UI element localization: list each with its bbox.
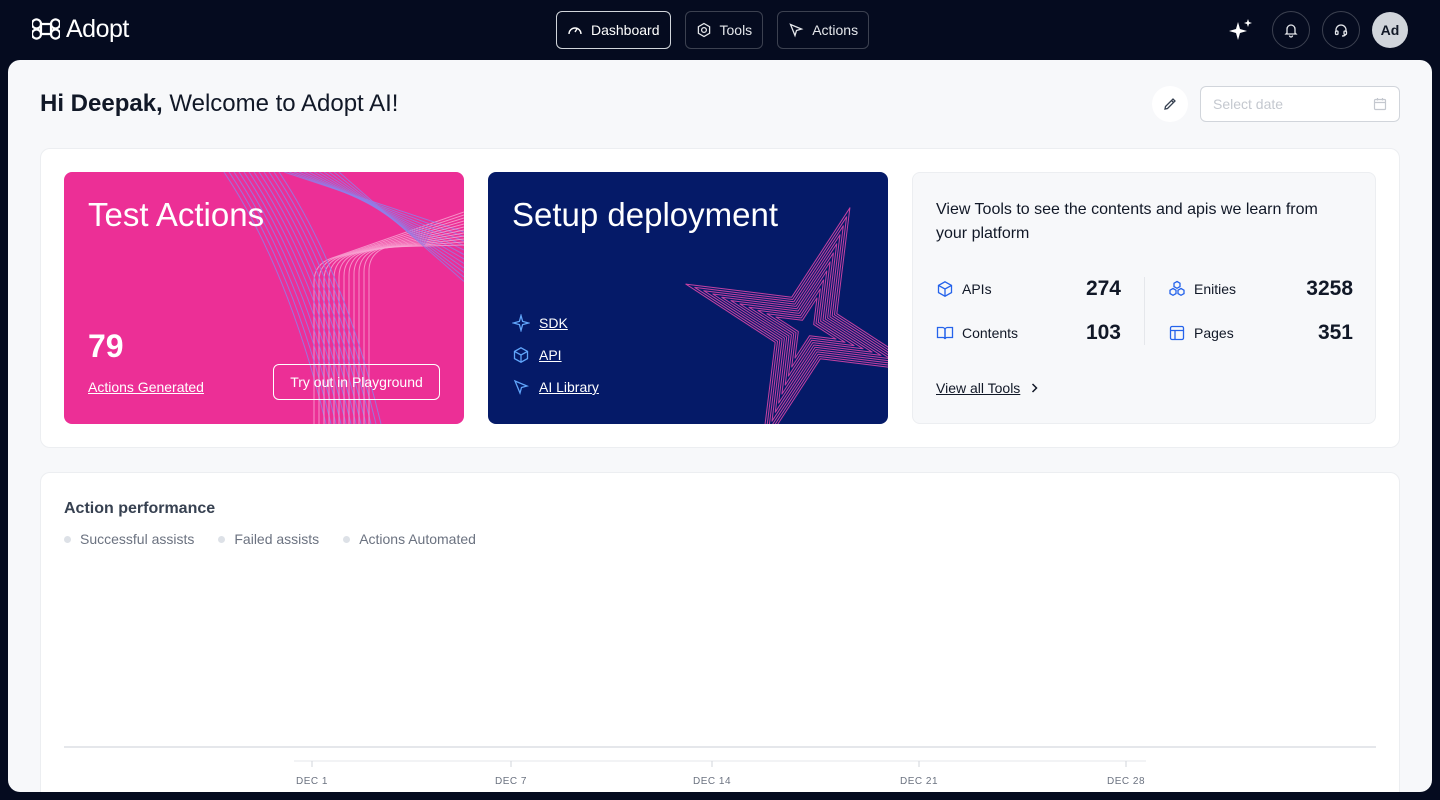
- deploy-link-sdk[interactable]: SDK: [512, 314, 599, 332]
- x-tick-label: DEC 28: [1107, 776, 1145, 787]
- greeting-name: Hi Deepak,: [40, 90, 163, 117]
- header-actions: Ad: [1226, 11, 1408, 49]
- stat-contents-value: 103: [1085, 321, 1121, 344]
- hexagon-icon: [697, 22, 710, 38]
- deploy-link-ai-library[interactable]: AI Library: [512, 378, 599, 396]
- view-all-tools-link[interactable]: View all Tools: [936, 380, 1040, 396]
- tools-description: View Tools to see the contents and apis …: [936, 201, 1318, 242]
- nav-dashboard-label: Dashboard: [591, 22, 660, 38]
- date-field[interactable]: [1213, 96, 1353, 112]
- calendar-icon: [1373, 98, 1387, 111]
- tools-summary-card: View Tools to see the contents and apis …: [912, 172, 1376, 424]
- brand-name: Adopt: [66, 14, 129, 43]
- chevron-right-icon: [1032, 383, 1038, 393]
- nav-tools-label: Tools: [719, 22, 753, 38]
- setup-deployment-title: Setup deployment: [512, 196, 779, 233]
- performance-chart: DEC 1 DEC 7 DEC 14 DEC 21 DEC 28: [64, 746, 1376, 787]
- deploy-link-sdk-label: SDK: [539, 315, 568, 331]
- gauge-icon: [568, 27, 582, 35]
- x-tick-label: DEC 14: [693, 776, 731, 787]
- actions-generated-count: 79: [88, 328, 124, 364]
- stat-pages[interactable]: Pages 351: [1168, 321, 1353, 345]
- main-nav: Dashboard Tools Actions: [556, 11, 870, 49]
- stat-pages-value: 351: [1317, 321, 1353, 344]
- summary-cards: Test Actions 79 Actions Generated Try ou…: [40, 148, 1400, 448]
- x-tick-label: DEC 21: [900, 776, 938, 787]
- command-logo-icon: [32, 18, 60, 40]
- deploy-link-api-label: API: [539, 347, 562, 363]
- book-icon: [936, 324, 954, 342]
- deploy-link-ai-library-label: AI Library: [539, 379, 599, 395]
- notifications-button[interactable]: [1272, 11, 1310, 49]
- layout-icon: [1168, 324, 1186, 342]
- cube-icon: [513, 347, 529, 363]
- date-picker[interactable]: [1200, 86, 1400, 122]
- sparkle-icon: [1229, 19, 1252, 40]
- greeting-message: Welcome to Adopt AI!: [162, 90, 399, 117]
- stat-entities-value: 3258: [1306, 277, 1353, 300]
- x-tick-label: DEC 7: [495, 776, 527, 787]
- top-bar: Adopt Dashboard Tools Actions Ad: [0, 0, 1440, 60]
- support-button[interactable]: [1322, 11, 1360, 49]
- pencil-icon: [1164, 98, 1176, 110]
- stat-entities[interactable]: Enities 3258: [1168, 277, 1353, 301]
- nav-dashboard[interactable]: Dashboard: [556, 11, 671, 49]
- test-actions-card[interactable]: Test Actions 79 Actions Generated Try ou…: [64, 172, 464, 424]
- main-content: Hi Deepak, Welcome to Adopt AI! Test Act…: [8, 60, 1432, 792]
- nav-actions-label: Actions: [812, 22, 859, 38]
- test-actions-title: Test Actions: [88, 196, 265, 233]
- playground-button[interactable]: Try out in Playground: [273, 364, 440, 400]
- sparkle-outline-icon: [512, 314, 530, 332]
- stat-entities-label: Enities: [1194, 281, 1237, 297]
- headset-icon: [1334, 24, 1348, 37]
- nav-actions[interactable]: Actions: [777, 11, 870, 49]
- ai-assistant-button[interactable]: [1226, 11, 1256, 49]
- user-avatar[interactable]: Ad: [1372, 12, 1408, 48]
- stat-pages-label: Pages: [1194, 325, 1234, 341]
- cursor-icon: [789, 23, 804, 38]
- cube-icon: [936, 280, 954, 298]
- page-greeting: Hi Deepak, Welcome to Adopt AI!: [40, 90, 398, 118]
- view-all-tools-label: View all Tools: [936, 380, 1021, 396]
- nav-tools[interactable]: Tools: [684, 11, 764, 49]
- stats-divider: [1144, 277, 1145, 345]
- stat-contents-label: Contents: [962, 325, 1019, 341]
- edit-dashboard-button[interactable]: [1152, 86, 1188, 122]
- action-performance-panel: Action performance Successful assists Fa…: [40, 472, 1400, 792]
- stat-apis-value: 274: [1085, 277, 1121, 300]
- stat-apis-label: APIs: [962, 281, 992, 297]
- stat-contents[interactable]: Contents 103: [936, 321, 1121, 345]
- x-tick-label: DEC 1: [296, 776, 328, 787]
- actions-generated-link[interactable]: Actions Generated: [88, 379, 204, 395]
- stat-apis[interactable]: APIs 274: [936, 277, 1121, 301]
- cursor-icon: [513, 379, 529, 395]
- bell-icon: [1284, 24, 1298, 38]
- deploy-link-api[interactable]: API: [512, 346, 599, 364]
- brand-logo[interactable]: Adopt: [32, 14, 129, 44]
- setup-deployment-card: Setup deployment SDK API AI Library: [488, 172, 888, 424]
- deployment-links: SDK API AI Library: [512, 314, 599, 396]
- entities-icon: [1168, 280, 1186, 298]
